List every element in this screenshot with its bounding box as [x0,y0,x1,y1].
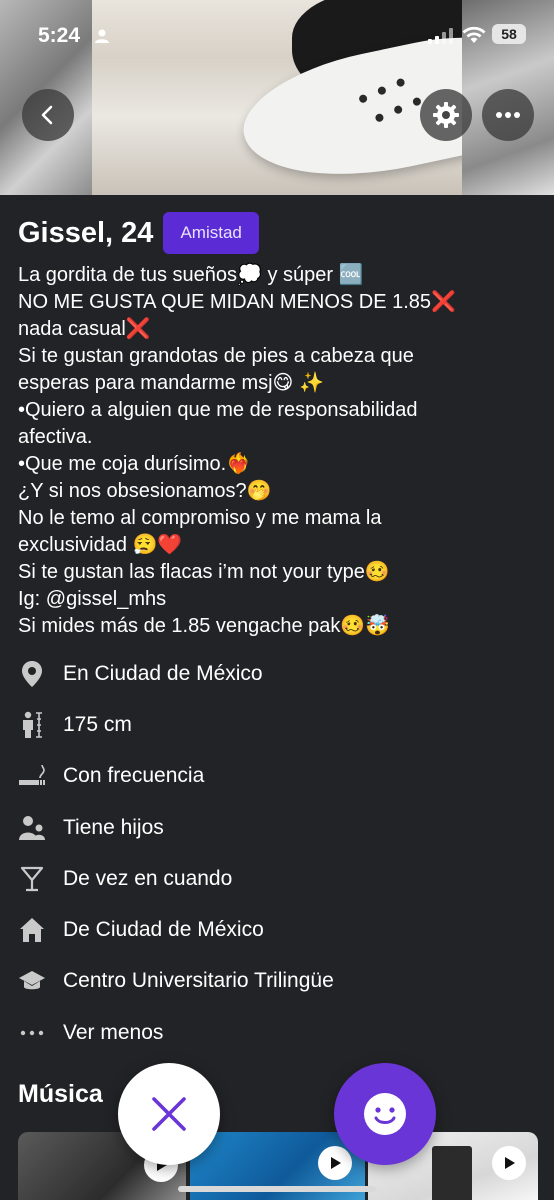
detail-location: En Ciudad de México [18,648,538,699]
shoe-dot [377,85,387,96]
bio-line: Si te gustan las flacas i’m not your typ… [18,561,390,583]
see-less-toggle[interactable]: Ver menos [18,1007,538,1058]
bio-line: exclusividad 😮‍💨❤️ [18,534,183,556]
children-icon [18,814,46,842]
more-dots-icon [18,1019,46,1047]
play-button[interactable] [318,1146,352,1180]
chevron-left-icon [41,105,53,125]
play-icon [505,1157,515,1169]
cellular-signal-icon [428,28,454,49]
detail-smoking: Con frecuencia [18,751,538,802]
profile-header: Gissel, 24 Amistad [18,212,259,254]
cocktail-icon [18,865,46,893]
detail-drinking: De vez en cuando [18,853,538,904]
see-less-label[interactable]: Ver menos [63,1021,163,1045]
home-indicator[interactable] [178,1186,376,1192]
bio-line: esperas para mandarme msj😋 ✨ [18,372,324,394]
shoe-dot [395,77,406,88]
music-section-title: Música [18,1080,103,1108]
location-pin-icon [18,660,46,688]
bio-line: •Que me coja durísimo.❤️‍🔥 [18,453,252,475]
bio-line: Ig: @gissel_mhs [18,588,167,610]
smoking-icon [18,762,46,790]
play-button[interactable] [492,1146,526,1180]
bio-line: Si te gustan grandotas de pies a cabeza … [18,345,414,367]
like-button[interactable] [334,1063,436,1165]
smiley-icon [364,1093,406,1135]
gear-icon [433,102,459,128]
detail-text: Con frecuencia [63,764,205,788]
profile-bio: La gordita de tus sueños💭 y súper 🆒 NO M… [18,262,538,640]
wifi-icon [462,26,486,49]
shoe-dot [358,93,368,104]
bio-line: No le temo al compromiso y me mama la [18,507,382,529]
bio-line: La gordita de tus sueños💭 y súper 🆒 [18,264,364,286]
bio-line: •Quiero a alguien que me de responsabili… [18,399,418,421]
detail-text: De Ciudad de México [63,918,264,942]
settings-button[interactable] [420,89,472,141]
shoe-dot [412,96,422,107]
detail-text: Centro Universitario Trilingüe [63,969,334,993]
close-icon [152,1097,186,1131]
more-options-button[interactable] [482,89,534,141]
bio-line: NO ME GUSTA QUE MIDAN MENOS DE 1.85❌ [18,291,456,313]
bio-line: afectiva. [18,426,93,448]
dislike-button[interactable] [118,1063,220,1165]
ellipsis-icon [496,112,520,118]
person-icon [94,28,110,44]
detail-text: De vez en cuando [63,866,233,890]
intent-badge: Amistad [163,212,259,254]
status-bar: 5:24 58 [0,18,554,54]
album-art-detail [432,1146,472,1200]
shoe-dot [374,112,385,123]
bio-line: nada casual❌ [18,318,151,340]
bio-line: Si mides más de 1.85 vengache pak🥴🤯 [18,615,391,637]
graduation-icon [18,967,46,995]
detail-text: 175 cm [63,712,132,736]
play-icon [331,1157,341,1169]
detail-text: En Ciudad de México [63,661,263,685]
detail-text: Tiene hijos [63,815,164,839]
height-icon [18,711,46,739]
profile-details-list: En Ciudad de México 175 cm Con frecuenci… [18,648,538,1058]
bio-line: ¿Y si nos obsesionamos?🤭 [18,480,272,502]
profile-name-age: Gissel, 24 [18,216,154,249]
detail-education: Centro Universitario Trilingüe [18,956,538,1007]
shoe-dot [393,104,403,115]
status-time: 5:24 [38,24,81,47]
battery-indicator: 58 [492,24,526,44]
detail-height: 175 cm [18,699,538,750]
detail-hometown: De Ciudad de México [18,904,538,955]
detail-children: Tiene hijos [18,802,538,853]
home-icon [18,916,46,944]
back-button[interactable] [22,89,74,141]
